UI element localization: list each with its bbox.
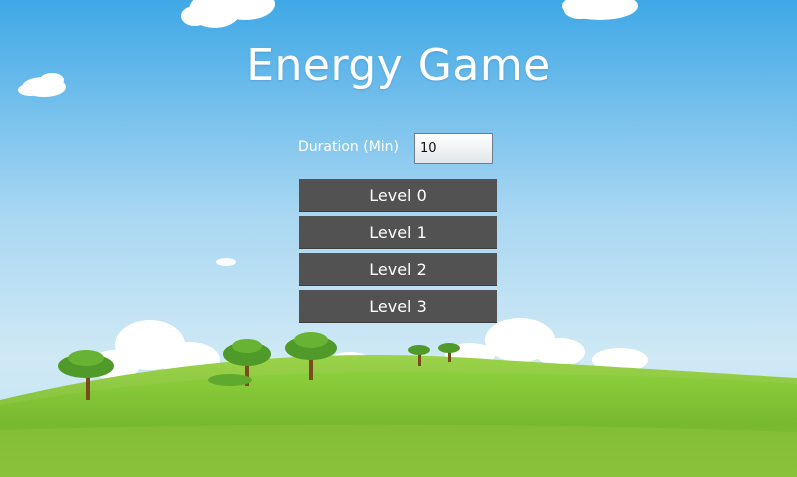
level-1-button[interactable]: Level 1 — [299, 216, 497, 249]
level-list: Level 0 Level 1 Level 2 Level 3 — [299, 179, 497, 327]
game-title: Energy Game — [246, 40, 551, 91]
duration-input[interactable] — [414, 133, 493, 164]
level-2-button[interactable]: Level 2 — [299, 253, 497, 286]
level-0-button[interactable]: Level 0 — [299, 179, 497, 212]
level-3-button[interactable]: Level 3 — [299, 290, 497, 323]
duration-label: Duration (Min) — [298, 139, 400, 155]
cloud — [216, 258, 236, 266]
